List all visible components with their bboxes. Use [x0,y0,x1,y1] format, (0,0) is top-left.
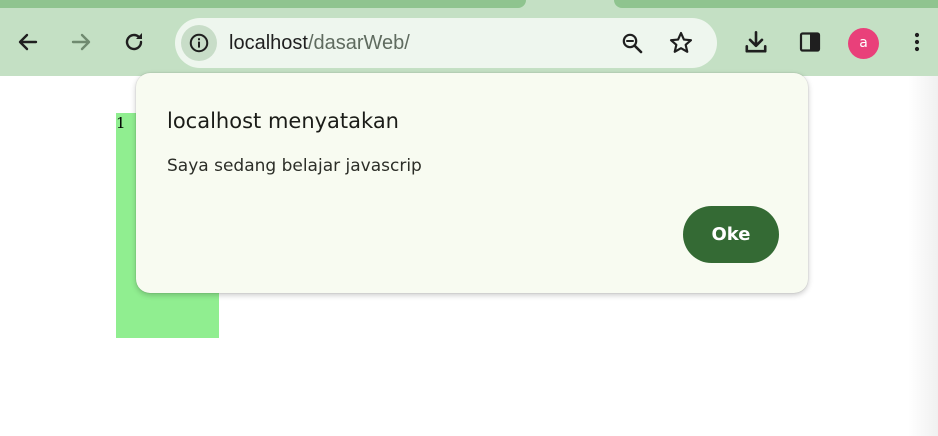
address-bar[interactable]: localhost/dasarWeb/ [175,18,717,68]
browser-menu-button[interactable] [897,22,937,62]
kebab-menu-icon [914,32,920,52]
star-icon [669,31,693,53]
site-info-button[interactable] [181,25,217,61]
dialog-title: localhost menyatakan [167,109,399,133]
url-host: localhost [229,32,308,54]
back-arrow-icon [18,33,38,51]
download-icon [745,30,767,53]
browser-window: localhost/dasarWeb/ a 1 localhost menyat… [0,0,938,436]
url-text[interactable]: localhost/dasarWeb/ [229,31,410,55]
info-icon [189,33,209,53]
profile-avatar[interactable]: a [848,28,879,59]
side-panel-icon [799,32,821,52]
dialog-message: Saya sedang belajar javascrip [167,156,422,176]
browser-toolbar: localhost/dasarWeb/ a [0,8,938,76]
zoom-button[interactable] [617,28,647,58]
alert-dialog: localhost menyatakan Saya sedang belajar… [136,73,808,293]
reload-icon [125,33,143,51]
downloads-button[interactable] [736,22,776,62]
url-path: /dasarWeb/ [307,32,410,54]
green-box-label: 1 [116,114,126,132]
ok-button[interactable]: Oke [683,206,779,263]
reload-button[interactable] [114,22,154,62]
scrollbar-shadow [908,76,938,436]
bookmark-button[interactable] [666,28,696,58]
tab-right[interactable] [614,0,938,8]
forward-button[interactable] [61,22,101,62]
back-button[interactable] [8,22,48,62]
forward-arrow-icon [71,33,91,51]
zoom-icon [622,33,643,54]
tab-left[interactable] [0,0,526,8]
side-panel-button[interactable] [790,22,830,62]
